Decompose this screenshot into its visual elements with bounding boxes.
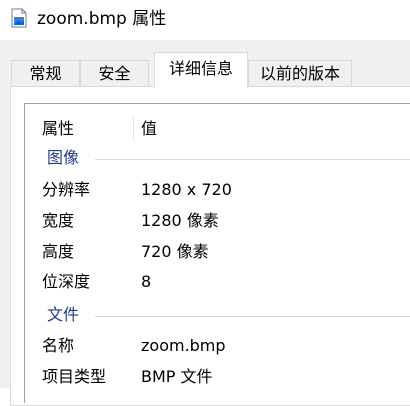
property-name: 高度 (42, 242, 75, 261)
title-bar: zoom.bmp 属性 (0, 0, 410, 40)
property-value: zoom.bmp (141, 336, 226, 355)
image-file-icon (11, 8, 27, 28)
group-divider (95, 159, 410, 160)
group-title-file[interactable]: 文件 (47, 304, 79, 326)
tab-general[interactable]: 常规 (11, 60, 80, 86)
property-name: 项目类型 (42, 367, 107, 386)
column-header-value[interactable]: 值 (141, 118, 157, 140)
window-title: zoom.bmp 属性 (37, 9, 167, 29)
tab-details[interactable]: 详细信息 (154, 52, 248, 88)
group-divider (95, 316, 410, 317)
property-name: 位深度 (42, 272, 91, 291)
property-value: BMP 文件 (141, 367, 213, 386)
group-title-image[interactable]: 图像 (47, 147, 79, 169)
property-name: 分辨率 (42, 180, 91, 199)
column-header-property[interactable]: 属性 (42, 118, 74, 140)
property-value: 720 像素 (141, 242, 209, 261)
properties-dialog: 常规 安全 详细信息 以前的版本 属性 值 图像 分辨率 1280 x 720 … (0, 40, 410, 406)
tab-strip: 常规 安全 详细信息 以前的版本 (0, 52, 410, 88)
tab-previous-versions[interactable]: 以前的版本 (248, 60, 352, 86)
property-value: 1280 x 720 (141, 180, 232, 199)
property-value: 1280 像素 (141, 211, 219, 230)
column-separator[interactable] (133, 116, 134, 142)
property-name: 名称 (42, 336, 75, 355)
property-value: 8 (141, 272, 152, 291)
property-name: 宽度 (42, 211, 75, 230)
property-list[interactable]: 属性 值 图像 分辨率 1280 x 720 宽度 1280 像素 高度 720… (24, 103, 410, 403)
tab-security[interactable]: 安全 (80, 60, 149, 86)
